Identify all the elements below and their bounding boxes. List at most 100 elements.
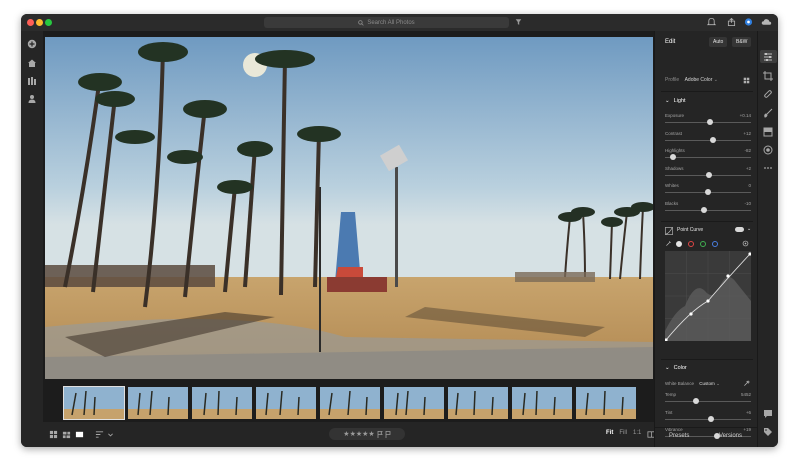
title-bar: Search All Photos <box>21 14 778 31</box>
fill-button[interactable]: Fill <box>619 430 627 436</box>
chevron-down-icon[interactable] <box>107 430 114 439</box>
curve-settings-icon[interactable] <box>742 240 749 247</box>
slider-thumb[interactable] <box>710 136 717 143</box>
add-photo-icon[interactable] <box>27 39 37 49</box>
one-to-one-button[interactable]: 1:1 <box>633 430 641 436</box>
light-section-header[interactable]: ⌄ Light <box>665 98 686 104</box>
targeted-adjustment-icon[interactable] <box>665 240 672 247</box>
reject-flag-icon[interactable] <box>385 430 391 438</box>
slider-blacks[interactable]: Blacks -10 <box>665 201 751 215</box>
square-grid-icon[interactable] <box>49 430 58 439</box>
filmstrip-thumbnail[interactable] <box>319 386 381 420</box>
slider-value[interactable]: -82 <box>744 148 751 153</box>
slider-thumb[interactable] <box>707 415 714 422</box>
edit-sliders-icon[interactable] <box>763 52 773 62</box>
slider-value[interactable]: +12 <box>743 131 751 136</box>
filmstrip-thumbnail[interactable] <box>127 386 189 420</box>
filmstrip-thumbnail[interactable] <box>255 386 317 420</box>
tone-curve-graph[interactable] <box>664 251 752 342</box>
photo-grid-icon[interactable] <box>62 430 71 439</box>
more-icon[interactable] <box>763 163 773 173</box>
profile-value[interactable]: Adobe Color <box>685 77 713 83</box>
detail-view-icon[interactable] <box>75 430 84 439</box>
slider-thumb[interactable] <box>700 206 707 213</box>
blue-channel-button[interactable] <box>712 241 718 247</box>
cloud-icon[interactable] <box>761 17 772 27</box>
filmstrip-thumbnail[interactable] <box>383 386 445 420</box>
notifications-icon[interactable] <box>707 17 716 27</box>
filter-icon[interactable] <box>515 18 522 26</box>
chevron-down-icon[interactable]: ⌄ <box>665 365 670 371</box>
eyedropper-icon[interactable] <box>743 380 750 387</box>
slider-thumb[interactable] <box>705 189 711 195</box>
slider-value[interactable]: -10 <box>744 201 751 206</box>
slider-whites[interactable]: Whites 0 <box>665 183 751 197</box>
slider-tint[interactable]: Tint +6 <box>665 410 751 424</box>
filmstrip-thumbnail[interactable] <box>575 386 637 420</box>
slider-exposure[interactable]: Exposure +0.14 <box>665 113 751 127</box>
color-section-header[interactable]: ⌄ Color <box>665 365 687 371</box>
minimize-window-button[interactable] <box>36 19 43 26</box>
chevron-down-icon[interactable]: ⌄ <box>714 77 718 83</box>
slider-contrast[interactable]: Contrast +12 <box>665 131 751 145</box>
slider-value[interactable]: +6 <box>746 410 751 415</box>
slider-track[interactable] <box>665 139 751 141</box>
tags-icon[interactable] <box>763 427 773 437</box>
chevron-down-icon[interactable]: ⌄ <box>665 98 670 104</box>
white-balance-value[interactable]: Custom <box>699 381 715 386</box>
slider-shadows[interactable]: Shadows +2 <box>665 166 751 180</box>
slider-track[interactable] <box>665 401 751 402</box>
radial-gradient-icon[interactable] <box>763 145 773 155</box>
library-icon[interactable] <box>27 76 37 86</box>
home-icon[interactable] <box>27 58 37 68</box>
profile-row[interactable]: Profile Adobe Color ⌄ <box>665 77 718 83</box>
filmstrip-thumbnail[interactable] <box>191 386 253 420</box>
share-icon[interactable] <box>727 17 736 27</box>
chevron-down-icon[interactable]: ⌄ <box>716 381 720 386</box>
slider-thumb[interactable] <box>692 398 699 404</box>
rating-stars[interactable]: ★★★★★ <box>343 430 374 438</box>
edit-panel-title: Edit <box>665 39 676 45</box>
bw-button[interactable]: B&W <box>732 37 752 47</box>
divider <box>661 221 753 222</box>
slider-value[interactable]: +0.14 <box>740 113 751 118</box>
white-balance-row[interactable]: White Balance Custom ⌄ <box>665 381 720 387</box>
slider-value[interactable]: 5452 <box>741 392 751 397</box>
close-window-button[interactable] <box>27 19 34 26</box>
slider-highlights[interactable]: Highlights -82 <box>665 148 751 162</box>
brush-icon[interactable] <box>763 108 773 118</box>
slider-thumb[interactable] <box>705 171 712 178</box>
zoom-window-button[interactable] <box>45 19 52 26</box>
filmstrip-thumbnail[interactable] <box>63 386 125 420</box>
star-rating[interactable]: ★★★★★ <box>329 428 405 440</box>
slider-value[interactable]: 0 <box>748 183 751 188</box>
red-channel-button[interactable] <box>688 241 694 247</box>
linear-gradient-icon[interactable] <box>763 127 773 137</box>
slider-thumb[interactable] <box>669 154 676 160</box>
people-icon[interactable] <box>27 94 37 104</box>
slider-value[interactable]: +2 <box>746 166 751 171</box>
filmstrip-thumbnail[interactable] <box>447 386 509 420</box>
profile-browser-icon[interactable] <box>743 77 750 84</box>
slider-temp[interactable]: Temp 5452 <box>665 392 751 406</box>
help-icon[interactable] <box>744 17 753 27</box>
healing-brush-icon[interactable] <box>763 89 773 99</box>
auto-button[interactable]: Auto <box>709 37 728 47</box>
versions-button[interactable]: Versions <box>719 433 742 439</box>
slider-track[interactable] <box>665 209 751 211</box>
rgb-channel-button[interactable] <box>676 241 682 247</box>
chevron-down-icon[interactable]: ⌄ <box>747 226 751 232</box>
crop-icon[interactable] <box>763 71 773 81</box>
comments-icon[interactable] <box>763 409 773 419</box>
flag-icon[interactable] <box>377 430 383 438</box>
green-channel-button[interactable] <box>700 241 706 247</box>
fit-button[interactable]: Fit <box>606 430 613 436</box>
filmstrip-thumbnail[interactable] <box>511 386 573 420</box>
sort-icon[interactable] <box>95 430 104 439</box>
curve-toggle[interactable] <box>735 227 744 232</box>
photo-canvas[interactable] <box>43 31 654 384</box>
slider-thumb[interactable] <box>706 119 713 125</box>
presets-button[interactable]: Presets <box>669 433 689 439</box>
slider-track[interactable] <box>665 157 751 158</box>
search-input[interactable]: Search All Photos <box>264 17 509 28</box>
